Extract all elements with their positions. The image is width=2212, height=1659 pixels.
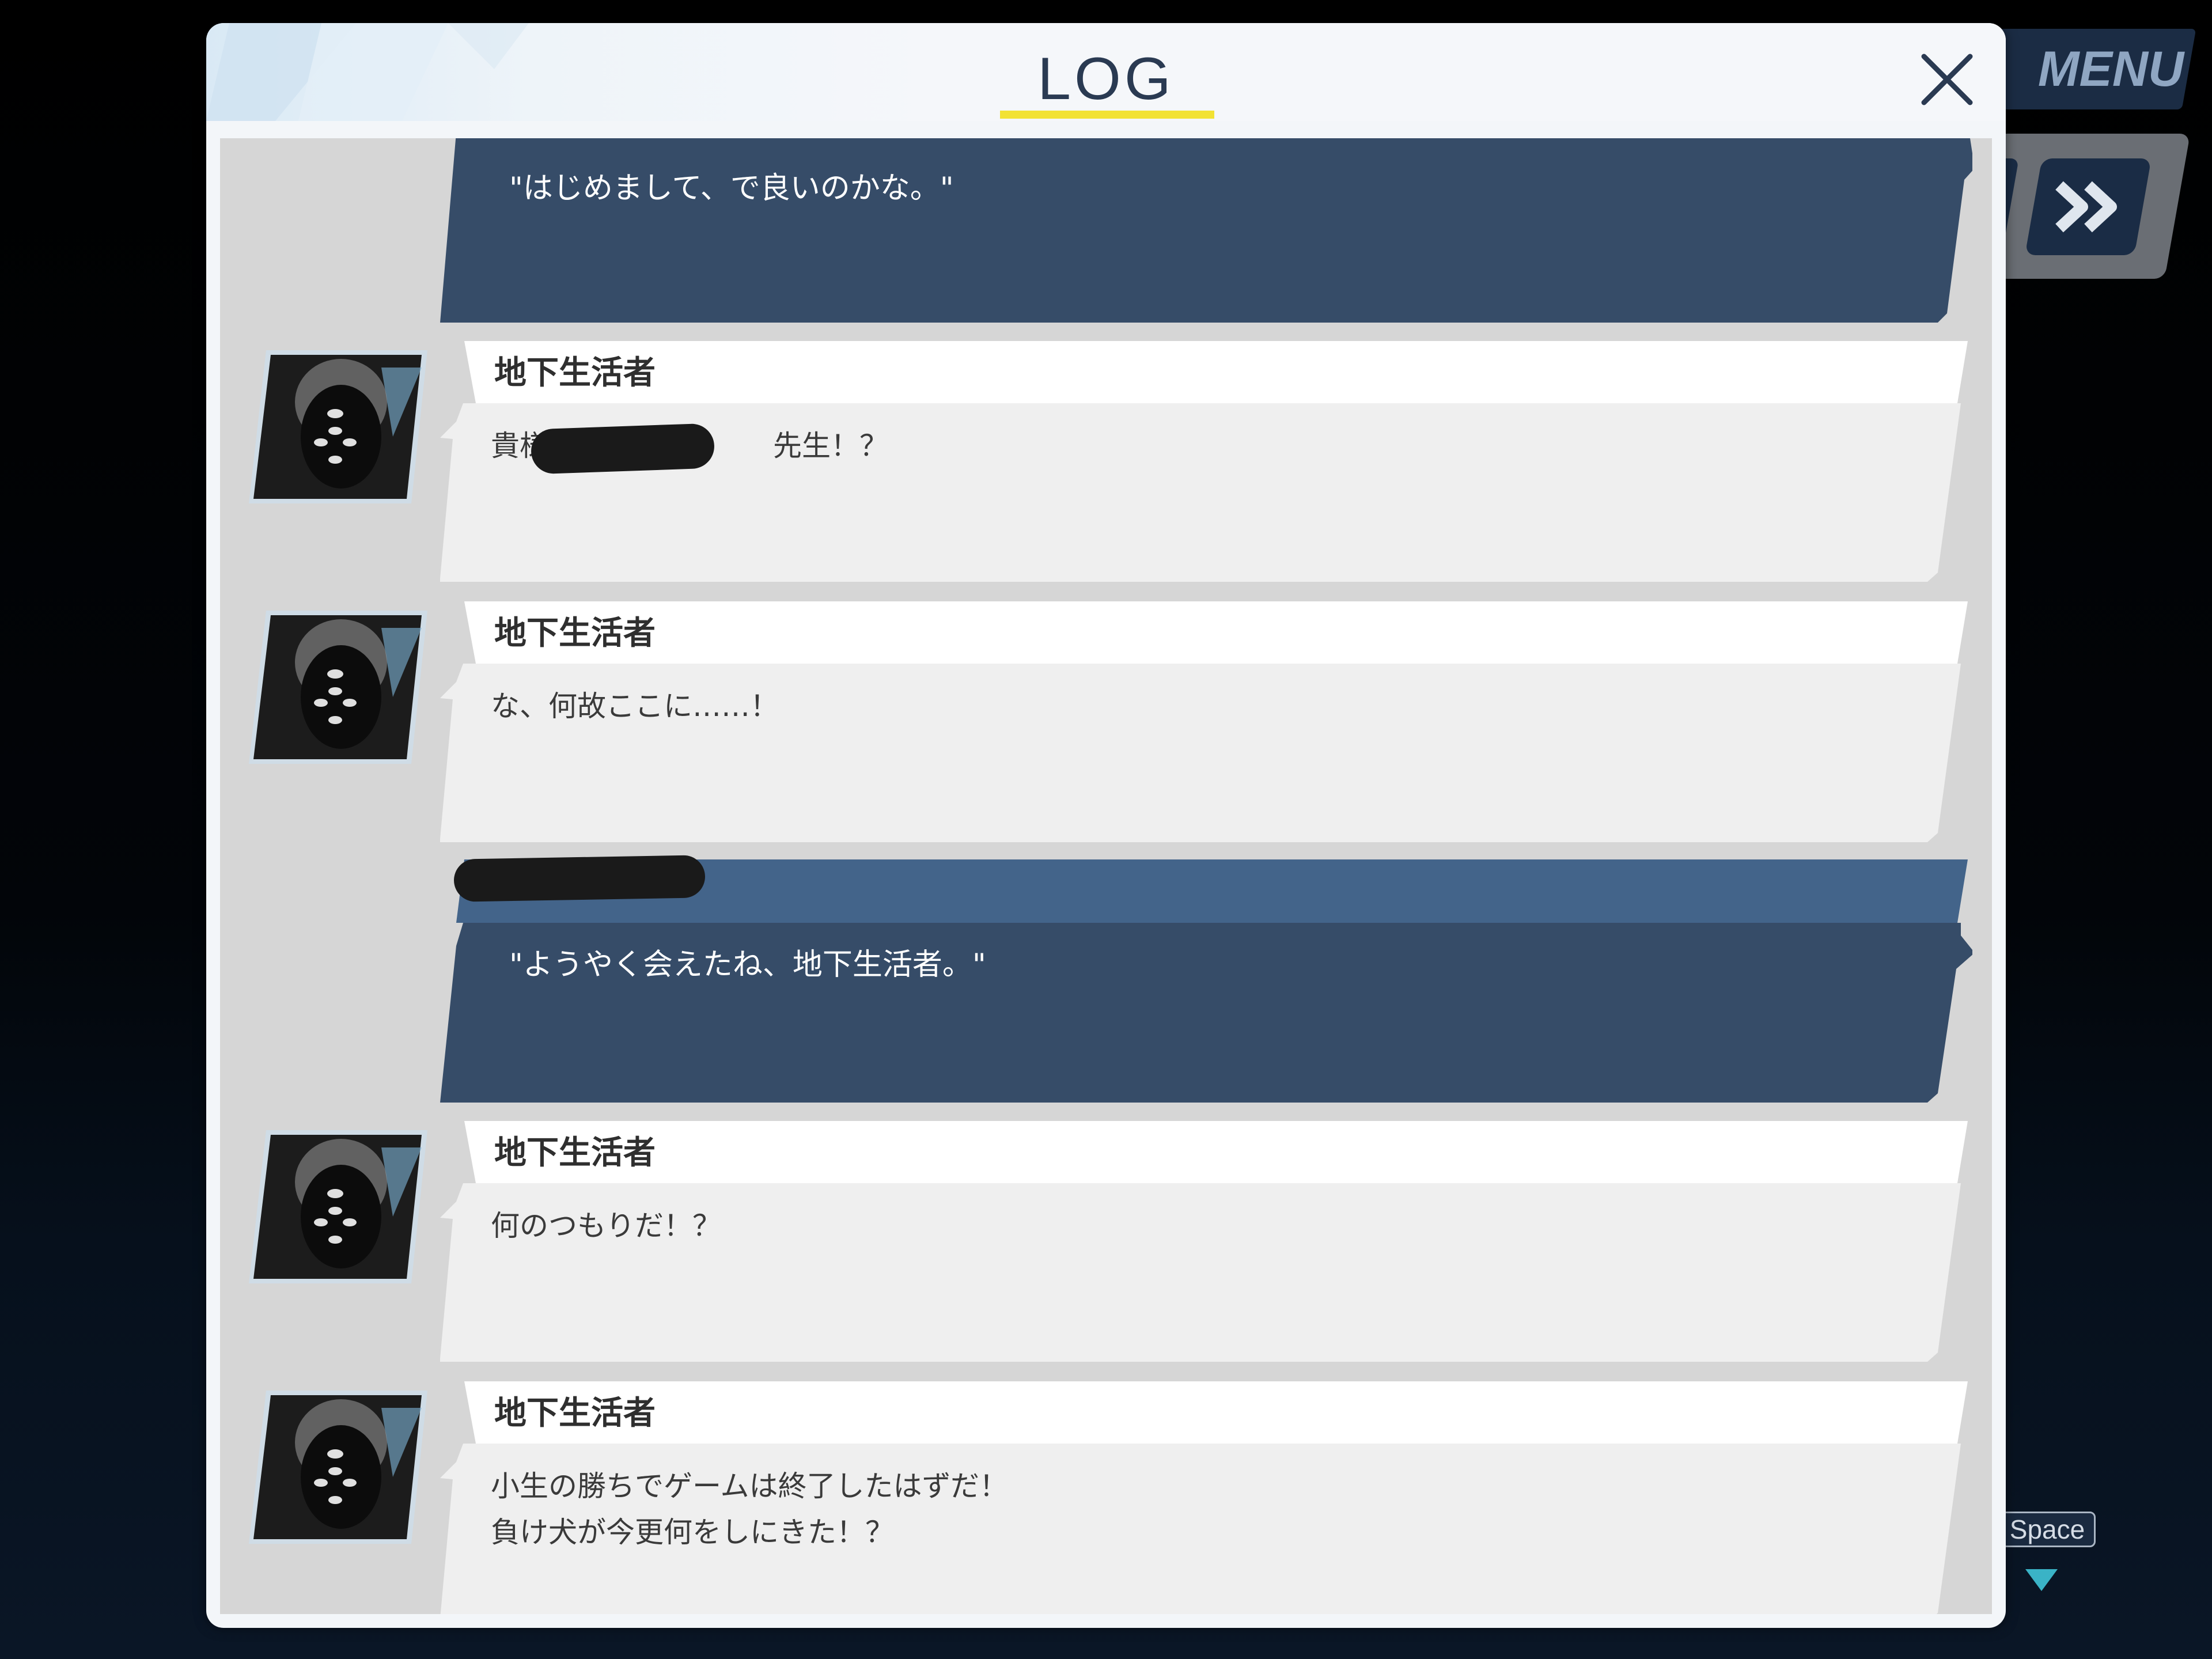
npc-bubble: 地下生活者 何のつもりだ！？ [440,1121,1972,1363]
redaction-mark [530,423,715,475]
fast-forward-icon [2055,181,2117,233]
speaker-portrait [249,611,429,765]
modal-header: LOG [206,23,2006,121]
log-entry-npc: 地下生活者 な、何故ここに……！ [220,601,1992,843]
speaker-name: 地下生活者 [494,354,656,392]
speech-line: な、何故ここに……！ [491,690,779,723]
npc-bubble: 地下生活者 小生の勝ちでゲームは終了したはずだ！ 負け犬が今更何をしにきた！？ [440,1381,1972,1614]
speaker-portrait [249,350,429,505]
close-button[interactable] [1907,39,1987,120]
modal-title: LOG [1037,46,1175,112]
menu-button[interactable]: MENU [1974,29,2196,109]
log-entry-npc: 地下生活者 何のつもりだ！？ [220,1121,1992,1363]
log-entry-npc: 地下生活者 貴様は、先生！？ [220,341,1992,583]
npc-bubble: 地下生活者 貴様は、先生！？ [440,341,1972,583]
menu-label: MENU [2038,41,2184,97]
speech-line: 小生の勝ちでゲームは終了したはずだ！ 負け犬が今更何をしにきた！？ [491,1469,1008,1549]
log-entry-npc: 地下生活者 小生の勝ちでゲームは終了したはずだ！ 負け犬が今更何をしにきた！？ [220,1381,1992,1614]
fast-forward-button[interactable] [2025,158,2152,255]
speaker-name: 地下生活者 [494,1395,656,1432]
speaker-name: 地下生活者 [494,615,656,652]
npc-bubble: 地下生活者 な、何故ここに……！ [440,601,1972,843]
log-list[interactable]: "はじめまして、で良いのかな。" 地下生活者 先生！？ 地下生活者 な、何故ここ… [220,138,1992,1614]
close-icon [1921,54,1973,105]
player-line: "ようやく会えたね、地下生活者。" [509,948,986,982]
speaker-portrait [249,1391,429,1545]
speech-line: 何のつもりだ！？ [491,1209,721,1243]
redaction-mark [453,855,706,902]
speaker-portrait [249,1130,429,1285]
log-entry-player: "ようやく会えたね、地下生活者。" [220,855,1992,1113]
advance-arrow-icon [2025,1569,2058,1591]
speaker-name: 地下生活者 [494,1134,656,1172]
title-underline [1000,111,1214,119]
player-bubble: "ようやく会えたね、地下生活者。" [440,855,1972,1103]
log-entry-player: "はじめまして、で良いのかな。" [220,138,1992,334]
player-line: "はじめまして、で良いのかな。" [509,171,954,206]
log-modal: LOG "はじめまして、で良いのかな。" 地下生活者 先生！？ 地下生活者 な、… [206,23,2006,1628]
space-key-hint: Space [1999,1512,2096,1547]
